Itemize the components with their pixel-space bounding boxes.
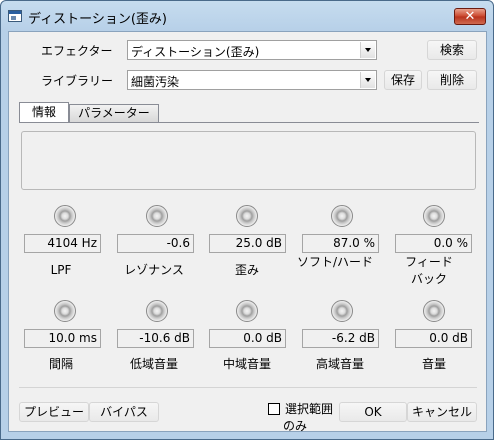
soft-hard-knob[interactable] [331,205,353,227]
mid-gain-label: 中域音量 [222,357,271,371]
high-gain-knob[interactable] [331,300,353,322]
effector-label: エフェクター [41,44,113,58]
low-gain-label: 低域音量 [129,357,178,371]
window-title: ディストーション(歪み) [28,12,167,27]
info-text-area [21,131,476,190]
close-button[interactable]: ✕ [454,8,486,25]
preview-button[interactable]: プレビュー [19,402,89,422]
high-gain-label: 高域音量 [315,357,364,371]
interval-value[interactable]: 10.0 ms [24,329,101,348]
selection-only-label-line1[interactable]: 選択範囲 [285,400,333,417]
lpf-knob[interactable] [54,205,76,227]
resonance-label: レゾナンス [124,263,184,277]
soft-hard-label: ソフト/ハード [296,255,374,269]
search-button[interactable]: 検索 [427,40,477,60]
resonance-knob[interactable] [146,205,168,227]
bypass-button[interactable]: バイパス [89,402,159,422]
tab-parameters[interactable]: パラメーター [69,104,159,122]
ok-button[interactable]: OK [339,402,407,422]
effector-dropdown[interactable]: ディストーション(歪み) [127,40,377,60]
selection-only-checkbox[interactable] [268,403,280,415]
save-button[interactable]: 保存 [384,70,422,90]
feedback-knob[interactable] [423,205,445,227]
low-gain-knob[interactable] [146,300,168,322]
library-value: 細菌汚染 [131,75,180,89]
chevron-down-icon[interactable] [360,42,375,58]
distortion-label: 歪み [234,263,259,277]
mid-gain-knob[interactable] [236,300,258,322]
tab-info[interactable]: 情報 [19,102,69,122]
chevron-down-icon[interactable] [360,72,375,88]
selection-only-label-line2[interactable]: のみ [283,417,307,434]
library-dropdown[interactable]: 細菌汚染 [127,70,377,90]
volume-knob[interactable] [423,300,445,322]
library-label: ライブラリー [41,74,114,88]
resonance-value[interactable]: -0.6 [117,234,194,253]
lpf-label: LPF [50,263,72,277]
interval-knob[interactable] [54,300,76,322]
feedback-label: フィード バック [405,255,453,286]
effector-value: ディストーション(歪み) [131,45,260,59]
high-gain-value[interactable]: -6.2 dB [302,329,379,348]
cancel-button[interactable]: キャンセル [407,402,477,422]
soft-hard-value[interactable]: 87.0 % [302,234,379,253]
distortion-knob[interactable] [236,205,258,227]
title-bar[interactable]: ディストーション(歪み) ✕ [1,1,493,31]
volume-label: 音量 [421,357,446,371]
feedback-value[interactable]: 0.0 % [395,234,472,253]
app-window-icon [8,10,22,22]
volume-value[interactable]: 0.0 dB [395,329,472,348]
tab-divider [19,122,479,123]
dialog-content: エフェクター ディストーション(歪み) 検索 ライブラリー 細菌汚染 保存 削除… [8,31,487,434]
lpf-value[interactable]: 4104 Hz [24,234,101,253]
footer-divider [19,387,477,388]
distortion-value[interactable]: 25.0 dB [209,234,286,253]
delete-button[interactable]: 削除 [427,70,477,90]
dialog-window: ディストーション(歪み) ✕ エフェクター ディストーション(歪み) 検索 ライ… [0,0,494,440]
low-gain-value[interactable]: -10.6 dB [117,329,194,348]
interval-label: 間隔 [48,357,73,371]
mid-gain-value[interactable]: 0.0 dB [209,329,286,348]
